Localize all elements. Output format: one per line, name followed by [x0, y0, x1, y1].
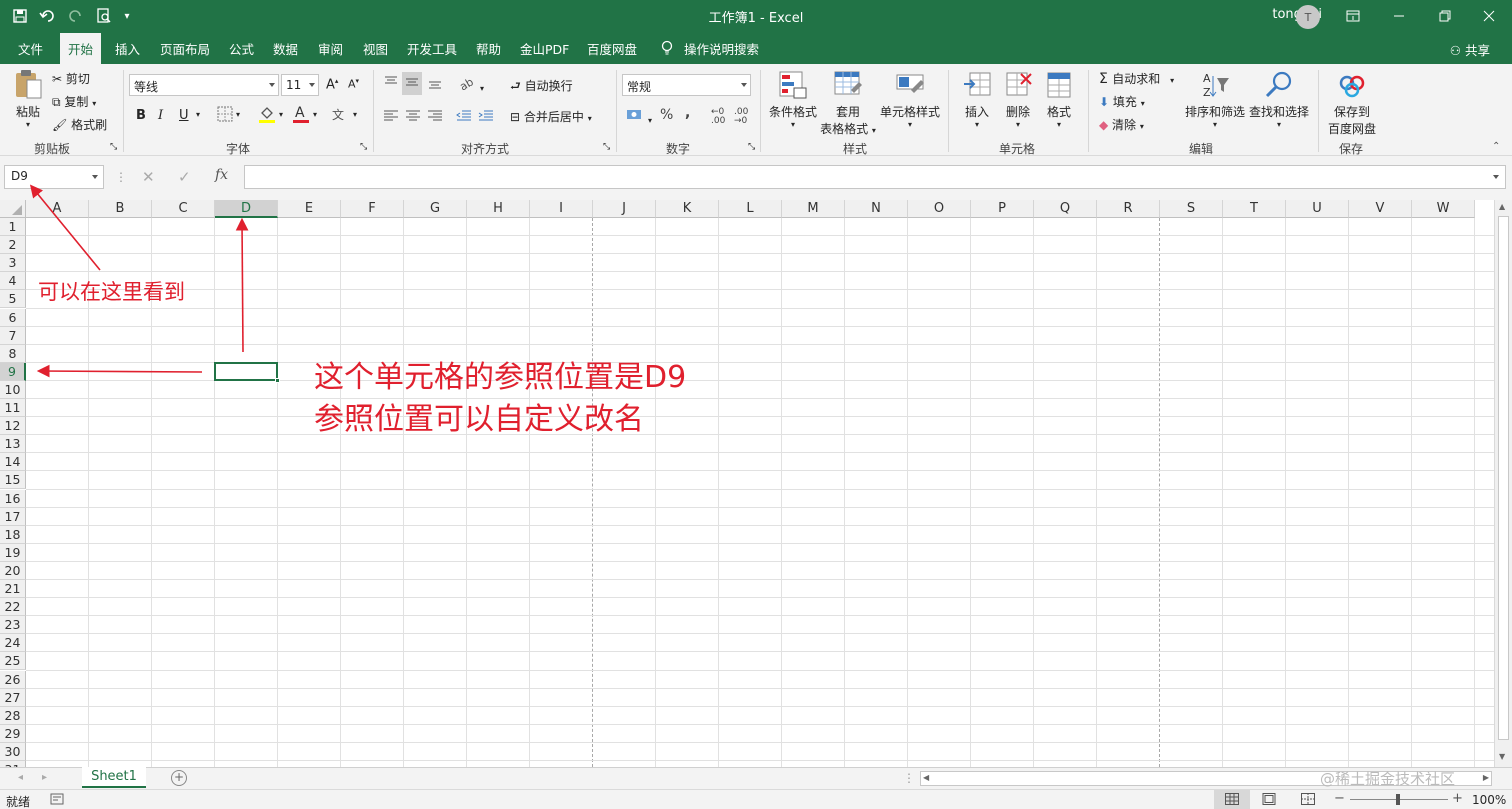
page-layout-view-icon[interactable]: [1262, 793, 1276, 808]
zoom-slider-thumb[interactable]: [1396, 794, 1400, 805]
page-break-view-icon[interactable]: [1301, 793, 1315, 808]
sheet-tab-bar: ◂ ▸ Sheet1 + ⋮ ◀ ▶: [0, 767, 1512, 789]
excel-window: { "window": {"title": "工作簿1 - Excel", "u…: [0, 0, 1512, 809]
add-sheet-icon[interactable]: +: [171, 770, 187, 786]
arrow-to-row-9: [36, 364, 203, 378]
grid-icon: [1225, 793, 1239, 805]
prev-sheet-icon[interactable]: ◂: [18, 772, 23, 783]
normal-view-button[interactable]: [1214, 790, 1250, 809]
status-bar: 就绪 @稀土掘金技术社区 − + 100%: [0, 770, 1512, 809]
watermark: @稀土掘金技术社区: [1320, 770, 1456, 788]
zoom-in-icon[interactable]: +: [1452, 791, 1463, 806]
zoom-out-icon[interactable]: −: [1334, 791, 1345, 806]
status-mode: 就绪: [6, 795, 31, 809]
scroll-left-icon[interactable]: ◀: [923, 773, 929, 782]
sheet-tab[interactable]: Sheet1: [82, 767, 146, 788]
zoom-level[interactable]: 100%: [1472, 793, 1506, 807]
annotation-arrows: [29, 184, 249, 378]
next-sheet-icon[interactable]: ▸: [42, 772, 47, 783]
annotation-name-box-note: 可以在这里看到: [38, 280, 185, 304]
arrow-to-name-box: [29, 184, 101, 271]
macro-record-icon[interactable]: [50, 792, 64, 809]
split-handle-icon[interactable]: ⋮: [903, 771, 915, 785]
annotation-main-line-1: 这个单元格的参照位置是D9: [314, 360, 687, 395]
annotation-main-line-2: 参照位置可以自定义改名: [314, 402, 644, 437]
scroll-right-icon[interactable]: ▶: [1483, 773, 1489, 782]
arrow-to-column-d: [235, 217, 249, 353]
